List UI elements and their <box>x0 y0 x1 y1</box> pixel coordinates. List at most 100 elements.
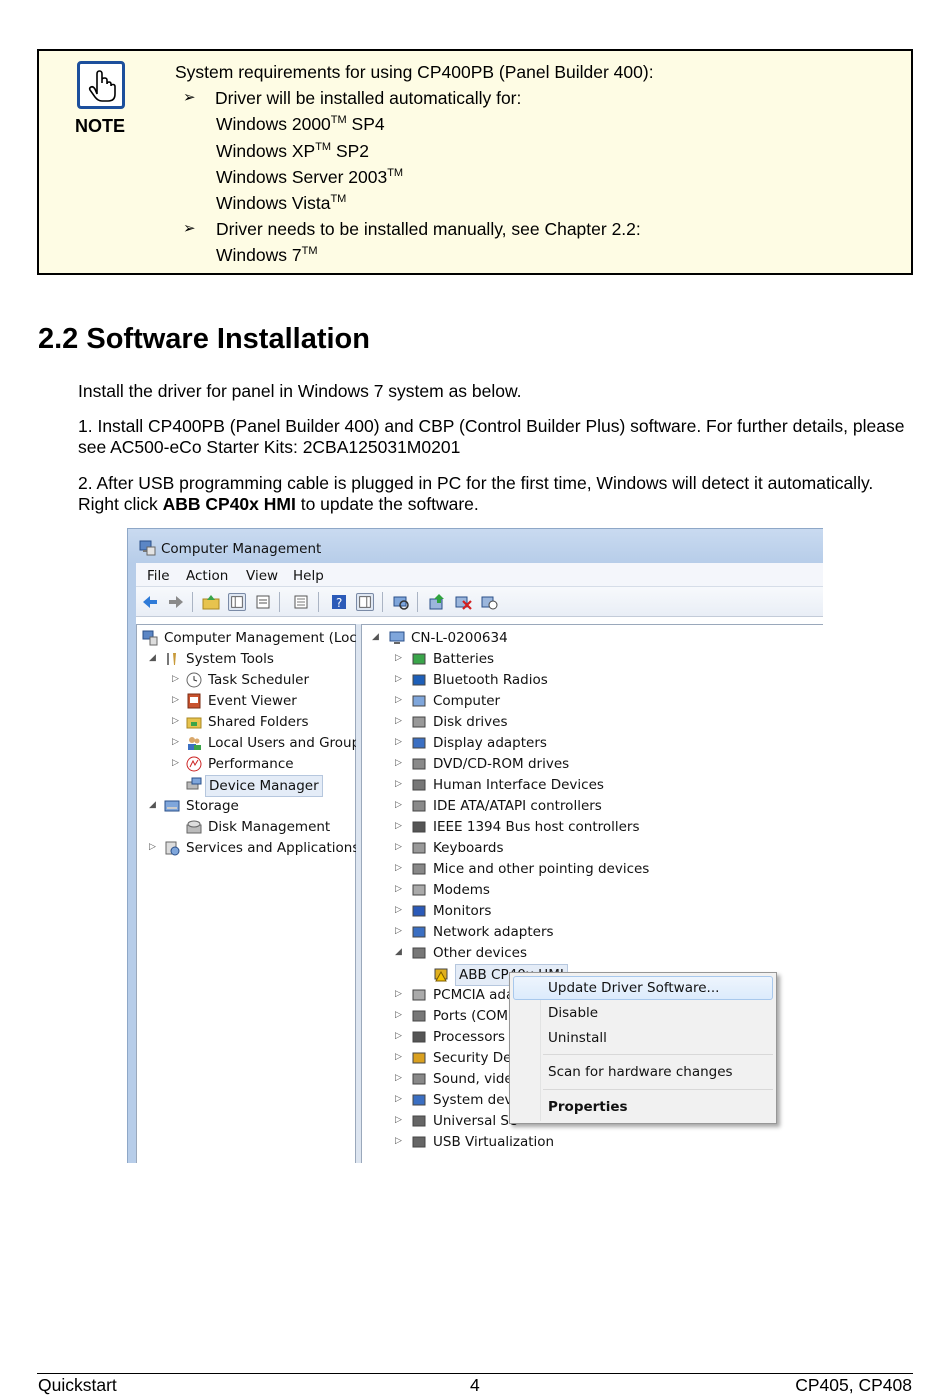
footer-right: CP405, CP408 <box>795 1375 912 1395</box>
device-category-icon <box>412 947 426 959</box>
device-category-icon <box>412 842 426 854</box>
device-name-bold: ABB CP40x HMI <box>162 494 296 514</box>
collapsed-triangle-icon[interactable]: ▷ <box>395 1115 402 1125</box>
device-manager-icon <box>186 777 202 790</box>
uninstall-device-icon[interactable] <box>454 593 472 611</box>
computer-icon <box>389 631 405 644</box>
collapsed-triangle-icon[interactable]: ▷ <box>395 737 402 747</box>
collapsed-triangle-icon[interactable]: ▷ <box>395 716 402 726</box>
menu-item-scan-for-hardware-changes[interactable]: Scan for hardware changes <box>548 1061 733 1083</box>
forward-arrow-icon[interactable] <box>167 593 185 611</box>
os-item: Windows 2000TM SP4 <box>216 114 385 135</box>
menu-item-disable[interactable]: Disable <box>548 1002 598 1024</box>
device-category-icon <box>412 1115 426 1127</box>
device-category-icon <box>412 674 426 686</box>
collapsed-triangle-icon[interactable]: ▷ <box>172 674 179 684</box>
collapsed-triangle-icon[interactable]: ▷ <box>395 863 402 873</box>
device-category-icon <box>412 716 426 728</box>
list-icon[interactable] <box>292 593 310 611</box>
collapsed-triangle-icon[interactable]: ▷ <box>395 842 402 852</box>
collapsed-triangle-icon[interactable]: ▷ <box>395 989 402 999</box>
svg-text:?: ? <box>336 596 342 610</box>
device-category-icon <box>412 989 426 1001</box>
menu-item-uninstall[interactable]: Uninstall <box>548 1027 607 1049</box>
auto-install-title: Driver will be installed automatically f… <box>215 88 522 109</box>
device-category-icon <box>412 926 426 938</box>
step2-paragraph: 2. After USB programming cable is plugge… <box>78 473 874 514</box>
expanded-triangle-icon[interactable]: ◢ <box>149 653 156 663</box>
collapsed-triangle-icon[interactable]: ▷ <box>395 1136 402 1146</box>
disk-management-icon <box>186 820 202 834</box>
collapsed-triangle-icon[interactable]: ▷ <box>395 926 402 936</box>
note-text: System requirements for using CP400PB (P… <box>175 59 654 269</box>
menu-file[interactable]: File <box>147 568 170 584</box>
collapsed-triangle-icon[interactable]: ▷ <box>395 1052 402 1062</box>
context-menu: Update Driver Software... Disable Uninst… <box>509 972 777 1124</box>
collapsed-triangle-icon[interactable]: ▷ <box>395 695 402 705</box>
device-category-icon <box>412 695 426 707</box>
menu-item-properties[interactable]: Properties <box>548 1096 628 1118</box>
console-tree-icon[interactable] <box>228 593 246 611</box>
menu-item-update-driver-software[interactable]: Update Driver Software... <box>548 977 719 999</box>
device-category-icon <box>412 884 426 896</box>
shared-folder-icon <box>186 717 202 729</box>
arrow-bullet-icon: ➢ <box>183 89 196 107</box>
intro-paragraph: Install the driver for panel in Windows … <box>78 381 522 401</box>
disable-device-icon[interactable] <box>480 593 498 611</box>
expanded-triangle-icon[interactable]: ◢ <box>395 947 402 957</box>
collapsed-triangle-icon[interactable]: ▷ <box>172 695 179 705</box>
device-category-icon <box>412 863 426 875</box>
device-category-icon <box>412 1010 426 1022</box>
warning-device-icon <box>434 968 448 982</box>
manual-install-title: Driver needs to be installed manually, s… <box>216 219 641 240</box>
window-titlebar: Computer Management <box>128 529 823 563</box>
footer-left: Quickstart <box>38 1375 117 1395</box>
collapsed-triangle-icon[interactable]: ▷ <box>395 1031 402 1041</box>
services-icon <box>165 841 180 856</box>
device-category-icon <box>412 905 426 917</box>
users-icon <box>188 737 201 750</box>
collapsed-triangle-icon[interactable]: ▷ <box>172 758 179 768</box>
collapsed-triangle-icon[interactable]: ▷ <box>149 842 156 852</box>
properties-icon[interactable] <box>254 593 272 611</box>
show-hide-action-pane-icon[interactable] <box>356 593 374 611</box>
up-folder-icon[interactable] <box>202 593 220 611</box>
device-category-icon <box>412 800 426 812</box>
window-title: Computer Management <box>161 541 322 557</box>
device-category-icon <box>412 1052 426 1064</box>
collapsed-triangle-icon[interactable]: ▷ <box>395 653 402 663</box>
collapsed-triangle-icon[interactable]: ▷ <box>395 800 402 810</box>
step1-paragraph: 1. Install CP400PB (Panel Builder 400) a… <box>78 416 905 457</box>
expanded-triangle-icon[interactable]: ◢ <box>149 800 156 810</box>
scan-hardware-icon[interactable] <box>392 593 410 611</box>
collapsed-triangle-icon[interactable]: ▷ <box>395 1073 402 1083</box>
menu-action[interactable]: Action <box>186 568 228 584</box>
back-arrow-icon[interactable] <box>141 593 159 611</box>
device-category-icon <box>412 1136 426 1148</box>
device-category-icon <box>412 779 426 791</box>
menu-bar: File Action View Help <box>136 563 823 587</box>
expanded-triangle-icon[interactable]: ◢ <box>372 632 379 642</box>
hand-pointer-icon <box>77 61 125 109</box>
collapsed-triangle-icon[interactable]: ▷ <box>395 884 402 894</box>
collapsed-triangle-icon[interactable]: ▷ <box>395 779 402 789</box>
device-category-icon <box>412 1031 426 1043</box>
device-category-icon <box>412 653 426 665</box>
collapsed-triangle-icon[interactable]: ▷ <box>395 821 402 831</box>
collapsed-triangle-icon[interactable]: ▷ <box>172 716 179 726</box>
collapsed-triangle-icon[interactable]: ▷ <box>395 758 402 768</box>
collapsed-triangle-icon[interactable]: ▷ <box>395 1094 402 1104</box>
collapsed-triangle-icon[interactable]: ▷ <box>395 905 402 915</box>
note-label: NOTE <box>75 116 126 136</box>
update-driver-icon[interactable] <box>428 593 446 611</box>
collapsed-triangle-icon[interactable]: ▷ <box>395 1010 402 1020</box>
help-icon[interactable]: ? <box>330 593 348 611</box>
collapsed-triangle-icon[interactable]: ▷ <box>172 737 179 747</box>
note-heading: System requirements for using CP400PB (P… <box>175 62 654 82</box>
collapsed-triangle-icon[interactable]: ▷ <box>395 674 402 684</box>
device-category-icon <box>412 1073 426 1085</box>
menu-view[interactable]: View <box>246 568 278 584</box>
device-category-icon <box>412 758 426 770</box>
menu-help[interactable]: Help <box>293 568 324 584</box>
device-category-icon <box>412 1094 426 1106</box>
